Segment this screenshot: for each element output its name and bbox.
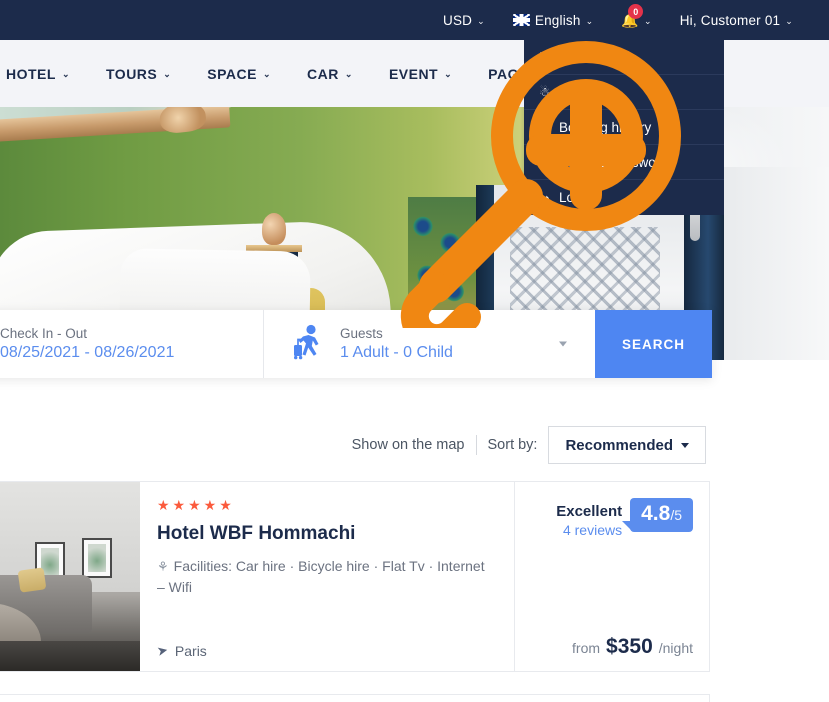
facilities-icon: ⚘ bbox=[157, 559, 169, 574]
chevron-down-icon: ⌄ bbox=[643, 15, 652, 26]
facilities-line: ⚘ Facilities: Car hire · Bicycle hire · F… bbox=[157, 556, 494, 598]
guests-field[interactable]: Guests 1 Adult - 0 Child bbox=[264, 310, 595, 378]
notification-count-badge: 0 bbox=[628, 4, 644, 19]
nav-item-hotel[interactable]: HOTEL ⌄ bbox=[0, 40, 88, 107]
chevron-down-icon: ⌄ bbox=[785, 15, 793, 26]
chevron-down-icon: ⌄ bbox=[344, 69, 353, 79]
checkin-checkout-value: 08/25/2021 - 08/26/2021 bbox=[0, 344, 175, 361]
account-menu-button[interactable]: Hi, Customer 01 ⌄ bbox=[666, 0, 807, 40]
dropdown-label: Booking history bbox=[559, 119, 652, 135]
hotel-result-card[interactable]: ❤ ★★★★★ Hotel WBF Hommachi ⚘Facilities: … bbox=[0, 481, 710, 672]
dropdown-item-change-password[interactable]: ⚿ Change password bbox=[524, 145, 724, 180]
price-suffix: /night bbox=[658, 640, 693, 656]
hotel-card-rating-price: Excellent 4 reviews 4.8 /5 from $350 /ni… bbox=[515, 482, 709, 671]
dropdown-label: Logout bbox=[559, 190, 601, 205]
checkin-checkout-field[interactable]: Check In - Out 08/25/2021 - 08/26/2021 bbox=[0, 310, 264, 378]
page-root: USD ⌄ English ⌄ 🔔 0 ⌄ Hi, Customer 01 ⌄ … bbox=[0, 0, 829, 702]
hotel-name[interactable]: Hotel WBF Hommachi bbox=[157, 523, 494, 545]
chevron-down-icon bbox=[559, 341, 567, 347]
chevron-down-icon: ⌄ bbox=[163, 69, 172, 79]
notifications-button[interactable]: 🔔 0 ⌄ bbox=[607, 0, 665, 40]
dropdown-item-booking-history[interactable]: ◷ Booking history bbox=[524, 110, 724, 145]
hotel-result-card-2[interactable] bbox=[0, 694, 710, 702]
price-block: from $350 /night bbox=[572, 635, 693, 659]
uk-flag-icon bbox=[512, 14, 530, 26]
chevron-down-icon: ⌄ bbox=[61, 69, 70, 79]
account-label: Hi, Customer 01 bbox=[679, 12, 781, 28]
results-controls: Show on the map Sort by: Recommended bbox=[352, 426, 706, 464]
rating-score: 4.8 bbox=[641, 502, 671, 525]
dashboard-icon: ☷ bbox=[539, 50, 550, 64]
results-header: ound Show on the map Sort by: Recommende… bbox=[0, 426, 720, 478]
chevron-down-icon: ⌄ bbox=[263, 69, 272, 79]
sort-by-label: Sort by: bbox=[487, 437, 538, 453]
account-dropdown-menu: ☷ ☃ My profile ◷ Booking history ⚿ Chang… bbox=[524, 40, 724, 215]
nav-label: CAR bbox=[307, 65, 339, 82]
hotel-location: ➤ Paris bbox=[155, 642, 207, 659]
guests-label: Guests bbox=[340, 326, 383, 341]
chevron-down-icon: ⌄ bbox=[477, 15, 485, 26]
nav-label: EVENT bbox=[388, 65, 439, 82]
chevron-down-icon: ⌄ bbox=[444, 69, 453, 79]
mirror-ornament bbox=[158, 107, 208, 135]
location-label: Paris bbox=[174, 643, 207, 659]
dropdown-item-my-profile[interactable]: ☃ My profile bbox=[524, 75, 724, 110]
chevron-down-icon bbox=[681, 442, 689, 448]
rating-word: Excellent bbox=[556, 503, 623, 520]
currency-label: USD bbox=[443, 12, 473, 28]
price-prefix: from bbox=[572, 640, 601, 656]
hotel-thumbnail[interactable]: ❤ bbox=[0, 482, 140, 671]
user-icon: ☃ bbox=[539, 85, 550, 99]
nav-item-event[interactable]: EVENT ⌄ bbox=[371, 40, 470, 107]
facilities-label: Facilities: bbox=[173, 558, 233, 574]
rating-row: Excellent 4 reviews 4.8 /5 bbox=[515, 498, 693, 540]
logout-icon: ➦ bbox=[539, 190, 550, 205]
rating-denominator: /5 bbox=[670, 507, 682, 523]
hotel-card-details: ★★★★★ Hotel WBF Hommachi ⚘ Facilities: Ca… bbox=[140, 482, 515, 671]
review-count[interactable]: 4 reviews bbox=[556, 521, 622, 540]
sort-dropdown[interactable]: Recommended bbox=[548, 426, 706, 464]
chevron-down-icon: ⌄ bbox=[585, 15, 594, 26]
dropdown-item-logout[interactable]: ➦ Logout bbox=[524, 180, 724, 215]
paper-plane-icon: ➤ bbox=[155, 642, 170, 659]
traveler-icon bbox=[292, 324, 326, 365]
nav-item-space[interactable]: SPACE ⌄ bbox=[189, 40, 289, 107]
star-rating: ★★★★★ bbox=[157, 497, 235, 513]
dropdown-label: My profile bbox=[559, 84, 618, 100]
language-label: English bbox=[534, 12, 581, 28]
top-utility-bar: USD ⌄ English ⌄ 🔔 0 ⌄ Hi, Customer 01 ⌄ bbox=[0, 0, 829, 40]
currency-selector[interactable]: USD ⌄ bbox=[429, 0, 499, 40]
nav-label: SPACE bbox=[207, 65, 257, 82]
clock-icon: ◷ bbox=[539, 120, 550, 134]
table-lamp bbox=[262, 213, 286, 245]
nav-label: TOURS bbox=[106, 65, 158, 82]
sort-value: Recommended bbox=[565, 436, 673, 454]
nav-item-car[interactable]: CAR ⌄ bbox=[289, 40, 371, 107]
dropdown-item-dashboard[interactable]: ☷ bbox=[524, 40, 724, 75]
floor bbox=[0, 641, 140, 671]
checkin-checkout-label: Check In - Out bbox=[0, 326, 88, 341]
search-bar: Check In - Out 08/25/2021 - 08/26/2021 G… bbox=[0, 310, 712, 378]
dropdown-label: Change password bbox=[559, 154, 668, 170]
rating-badge: 4.8 /5 bbox=[622, 498, 693, 532]
search-button[interactable]: SEARCH bbox=[595, 310, 712, 378]
wall-art-2 bbox=[82, 538, 112, 578]
cushion-2 bbox=[17, 567, 47, 593]
nav-item-tours[interactable]: TOURS ⌄ bbox=[88, 40, 189, 107]
rating-text: Excellent 4 reviews bbox=[556, 498, 630, 540]
guests-value: 1 Adult - 0 Child bbox=[340, 344, 453, 361]
show-on-map-link[interactable]: Show on the map bbox=[352, 435, 477, 455]
bell-wrapper: 🔔 0 bbox=[621, 4, 644, 27]
nav-label: HOTEL bbox=[6, 65, 56, 82]
guests-text: Guests 1 Adult - 0 Child bbox=[340, 326, 453, 362]
key-icon: ⚿ bbox=[539, 154, 550, 169]
language-selector[interactable]: English ⌄ bbox=[499, 0, 607, 40]
wall-right bbox=[724, 167, 829, 360]
price-amount: $350 bbox=[606, 635, 653, 658]
